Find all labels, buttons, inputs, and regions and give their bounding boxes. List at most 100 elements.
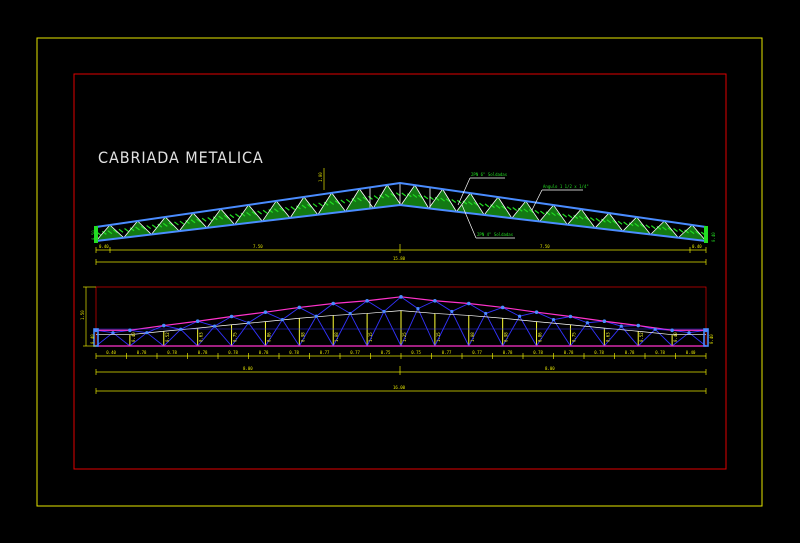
diagonal-member	[451, 303, 469, 312]
hatch-mark	[318, 202, 323, 207]
hatch-mark	[484, 203, 490, 208]
top-truss: 2PN 6" Soldadas Angulo 1 1/2 x 1/4" 2PN …	[91, 168, 716, 243]
hatch-mark	[595, 217, 601, 222]
truss-node	[534, 310, 539, 314]
spacing-label: 0.75	[381, 350, 391, 355]
hatch-mark	[290, 206, 296, 211]
vertical-height-label: 0.86	[538, 332, 543, 342]
diagonal-member	[349, 300, 368, 314]
vertical-height-label: 0.75	[571, 332, 576, 342]
top-truss-bracing	[95, 183, 707, 242]
hatch-mark	[540, 210, 545, 215]
diagonal-member	[180, 328, 198, 347]
spacing-label: 0.78	[655, 350, 665, 355]
hatch-mark	[534, 209, 540, 214]
hatch-mark	[567, 214, 573, 219]
vertical-height-label: 0.63	[199, 332, 204, 342]
truss-node	[670, 328, 674, 333]
truss-node	[416, 307, 420, 311]
vertical-height-label: 1.15	[436, 332, 441, 342]
truss-node	[348, 311, 352, 316]
top-dim-end-left: 0.40	[99, 244, 109, 249]
spacing-label: 0.78	[289, 350, 299, 355]
end-plate-right	[704, 226, 708, 243]
vertical-height-label: 0.86	[266, 332, 271, 342]
hatch-mark	[451, 199, 457, 203]
spacing-label: 0.78	[198, 350, 208, 355]
hatch-mark	[284, 206, 290, 211]
callout-3: 2PN 4" Soldadas	[477, 232, 514, 237]
diagonal-member	[129, 329, 147, 334]
hatch-mark	[229, 214, 235, 219]
spacing-label: 0.78	[228, 350, 238, 355]
spacing-label: 0.78	[137, 350, 147, 355]
hatch-mark	[312, 203, 318, 208]
vertical-height-label: 0.40	[673, 332, 678, 342]
truss-node	[450, 309, 454, 314]
diagonal-member	[197, 320, 215, 327]
spacing-label: 0.77	[472, 350, 482, 355]
spacing-label: 0.78	[533, 350, 543, 355]
spacing-label: 0.40	[106, 350, 116, 355]
truss-node	[145, 331, 149, 335]
diagonal-member	[265, 311, 283, 321]
truss-node	[331, 301, 336, 306]
hatch-mark	[423, 195, 429, 200]
hatch-mark	[373, 195, 379, 200]
truss-node	[518, 314, 522, 318]
hatch-mark	[506, 206, 512, 211]
truss-node	[551, 318, 556, 322]
callout-2: Angulo 1 1/2 x 1/4"	[543, 184, 589, 189]
diagonal-member	[315, 316, 334, 347]
top-dim-half-left: 7.50	[253, 244, 263, 249]
truss-node	[297, 305, 302, 310]
truss-node	[466, 301, 471, 306]
diagonal-member	[231, 316, 249, 324]
truss-node	[399, 295, 403, 299]
diagonal-member	[248, 322, 266, 347]
truss-node	[213, 324, 217, 328]
top-dim-total: 15.80	[393, 256, 406, 261]
bottom-truss-verticals	[129, 310, 673, 346]
vertical-height-label: 0.75	[233, 332, 238, 342]
truss-node	[484, 311, 488, 316]
hatch-mark	[262, 209, 268, 214]
spacing-label: 0.78	[564, 350, 574, 355]
vertical-height-label: 0.98	[504, 332, 509, 342]
cad-drawing: 2PN 6" Soldadas Angulo 1 1/2 x 1/4" 2PN …	[36, 37, 763, 507]
spacing-label: 0.40	[686, 350, 696, 355]
vertical-height-label: 0.52	[165, 332, 170, 342]
drawing-title: CABRIADA METALICA	[98, 148, 264, 167]
vertical-height-label: 1.25	[402, 332, 407, 342]
hatch-mark	[673, 228, 678, 232]
diagonal-member	[417, 300, 436, 310]
diagonal-member	[587, 322, 605, 347]
spacing-label: 0.78	[594, 350, 604, 355]
bottom-dim-total: 16.00	[393, 385, 406, 390]
vertical-height-label: 1.08	[334, 332, 339, 342]
truss-node	[636, 323, 641, 328]
hatch-mark	[617, 220, 623, 225]
truss-node	[568, 314, 573, 319]
vertical-height-label: 0.40	[131, 332, 136, 342]
hatch-mark	[179, 220, 185, 225]
hatch-mark	[151, 224, 157, 229]
truss-node	[602, 319, 607, 324]
hatch-mark	[512, 207, 518, 211]
bottom-dim-half-left: 8.00	[243, 366, 253, 371]
truss-node	[195, 319, 200, 324]
inner-frame	[73, 73, 727, 470]
vertical-height-label: 0.63	[605, 332, 610, 342]
hatch-mark	[479, 202, 484, 207]
hatch-mark	[678, 228, 684, 233]
diagonal-member	[366, 300, 385, 312]
hatch-mark	[623, 221, 628, 226]
truss-node	[246, 321, 251, 325]
outer-frame	[36, 37, 763, 507]
diagonal-member	[485, 307, 503, 314]
vertical-height-label: 1.15	[368, 332, 373, 342]
truss-node	[365, 298, 369, 303]
callout-leader-2	[531, 189, 543, 211]
top-left-height: 0.50	[91, 230, 96, 240]
diagonal-member	[417, 308, 436, 347]
